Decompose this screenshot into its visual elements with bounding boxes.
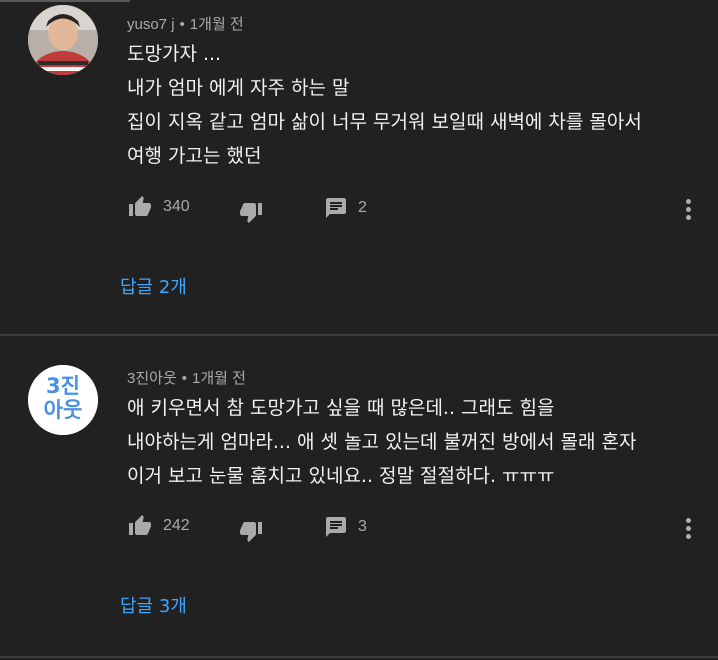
meta-separator: • <box>179 16 185 33</box>
comment-author[interactable]: yuso7 j <box>127 16 175 33</box>
reply-icon <box>326 517 346 537</box>
dislike-button[interactable] <box>238 519 264 543</box>
comment: yuso7 j • 1개월 전 도망가자 ... 내가 엄마 에게 자주 하는 말 … <box>0 0 718 335</box>
thumb-down-icon <box>240 203 262 223</box>
comment: 3진 아웃 3진아웃 • 1개월 전 애 키우면서 참 도망가고 싶을 때 많은데.… <box>0 336 718 656</box>
like-count: 242 <box>163 517 190 534</box>
meta-separator: • <box>181 370 188 387</box>
comment-divider <box>0 656 718 658</box>
like-button[interactable]: 242 <box>127 514 190 538</box>
comment-time[interactable]: 1개월 전 <box>190 16 244 33</box>
thumb-up-icon <box>129 196 151 216</box>
like-button[interactable]: 340 <box>127 195 190 219</box>
avatar-label-line1: 3진 <box>46 374 80 398</box>
thumb-down-icon <box>240 522 262 542</box>
comment-meta: 3진아웃 • 1개월 전 <box>127 367 246 388</box>
thumb-up-icon <box>129 515 151 535</box>
comment-author[interactable]: 3진아웃 <box>127 370 177 387</box>
dislike-button[interactable] <box>238 200 264 224</box>
comment-text: 도망가자 ... 내가 엄마 에게 자주 하는 말 집이 지옥 같고 엄마 삶이… <box>127 43 642 167</box>
like-count: 340 <box>163 198 190 215</box>
reply-button[interactable]: 3 <box>324 515 367 539</box>
comment-text: 애 키우면서 참 도망가고 싶을 때 많은데.. 그래도 힘을 내야하는게 엄마… <box>127 397 637 487</box>
avatar[interactable] <box>28 5 98 75</box>
reply-count: 2 <box>358 199 367 216</box>
view-replies-link[interactable]: 답글 3개 <box>120 592 187 618</box>
reply-icon <box>326 198 346 218</box>
avatar-label-line2: 아웃 <box>43 398 83 422</box>
more-vert-icon[interactable] <box>681 515 695 543</box>
comment-time[interactable]: 1개월 전 <box>192 370 246 387</box>
avatar-label: 3진 아웃 <box>28 374 98 422</box>
comment-meta: yuso7 j • 1개월 전 <box>127 13 244 34</box>
reply-button[interactable]: 2 <box>324 196 367 220</box>
more-vert-icon[interactable] <box>681 196 695 224</box>
user-photo-icon <box>28 5 98 75</box>
avatar[interactable]: 3진 아웃 <box>28 365 98 435</box>
view-replies-link[interactable]: 답글 2개 <box>120 273 187 299</box>
reply-count: 3 <box>358 518 367 535</box>
